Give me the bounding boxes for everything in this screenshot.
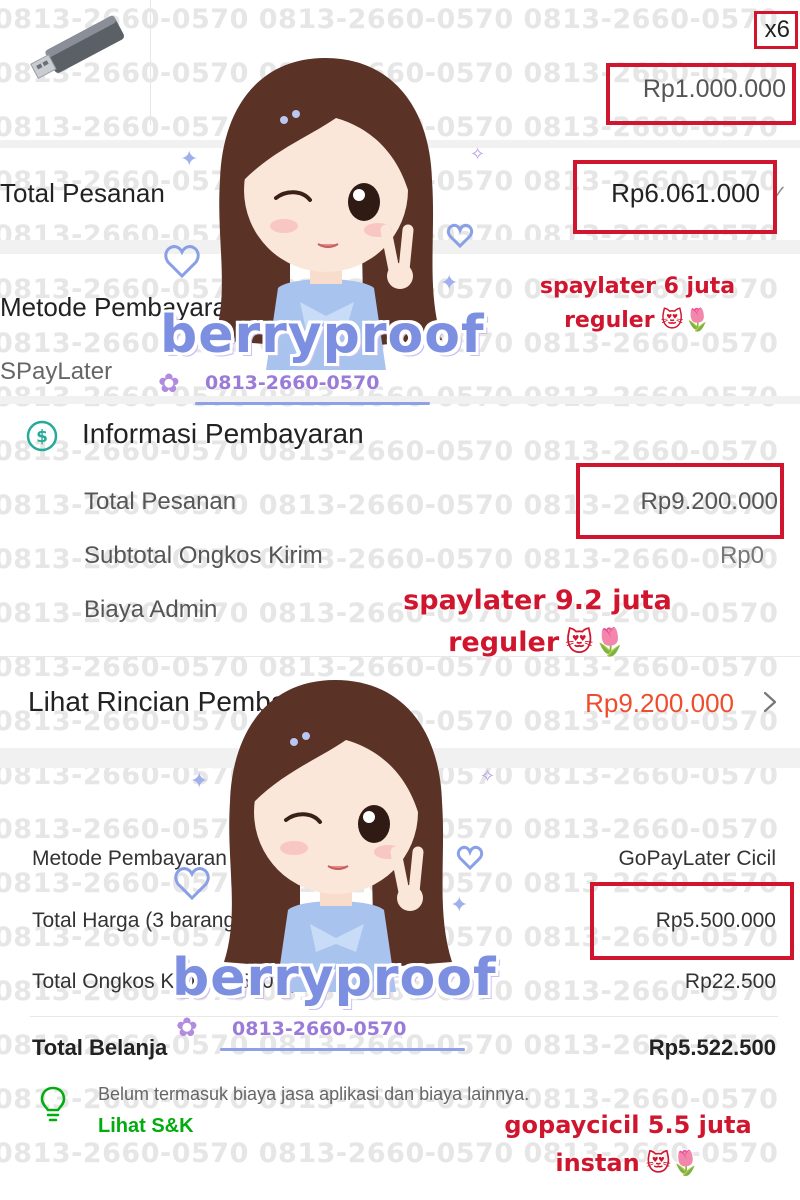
annotation-gopaycicil: gopaycicil 5.5 juta instan 😻🌷 (468, 1106, 788, 1182)
brand-logo: berryproof (172, 948, 497, 1008)
annotation-line-group: reguler 😻🌷 (505, 304, 770, 338)
annotation-spaylater-9-2: spaylater 9.2 juta reguler 😻🌷 (360, 580, 715, 664)
payment-info-row-label: Biaya Admin (84, 596, 218, 623)
annotation-line: reguler (448, 627, 560, 658)
annotation-line: instan (555, 1149, 640, 1177)
item-price-highlight-box (606, 63, 796, 125)
gopay-total-highlight-box (590, 882, 794, 960)
terms-link[interactable]: Lihat S&K (98, 1115, 194, 1138)
annotation-line: spaylater 9.2 juta (403, 585, 672, 616)
gopay-row-value: GoPayLater Cicil (618, 847, 776, 870)
chevron-right-icon[interactable] (760, 690, 780, 714)
payment-info-row-label: Total Pesanan (84, 488, 237, 515)
details-link-value: Rp9.200.000 (585, 688, 734, 718)
annotation-line: gopaycicil 5.5 juta (504, 1111, 752, 1139)
svg-text:✧: ✧ (470, 144, 485, 164)
brand-underline (220, 1048, 465, 1051)
annotation-line-group: reguler 😻🌷 (360, 622, 715, 664)
order-total-highlight-box (573, 160, 777, 234)
cat-tulip-emoji: 😻🌷 (565, 627, 627, 658)
payment-info-row-label: Subtotal Ongkos Kirim (84, 542, 323, 569)
payment-info-title: Informasi Pembayaran (82, 418, 364, 449)
svg-text:✧: ✧ (480, 766, 495, 786)
flower-icon: ✿ (158, 368, 180, 398)
svg-text:✦: ✦ (180, 146, 198, 171)
cat-tulip-emoji: 😻🌷 (660, 308, 711, 333)
cat-tulip-emoji: 😻🌷 (645, 1149, 701, 1177)
gopay-total-value: Rp5.522.500 (648, 1035, 776, 1060)
lightbulb-icon (38, 1084, 68, 1124)
annotation-line-group: instan 😻🌷 (468, 1144, 788, 1182)
order-screens: x6 Rp1.000.000 Total Pesanan Rp6.061.000… (0, 0, 800, 1200)
order-total-label: Total Pesanan (0, 178, 165, 208)
quantity-highlight-box (754, 11, 798, 49)
brand-underline (195, 402, 430, 405)
annotation-spaylater-6: spaylater 6 juta reguler 😻🌷 (505, 270, 770, 338)
svg-text:$: $ (36, 427, 48, 447)
chibi-girl-sticker: ✦ ✦ ✧ (160, 662, 510, 992)
payment-total-highlight-box (576, 463, 784, 539)
svg-text:✦: ✦ (190, 768, 208, 793)
gopay-total-label: Total Belanja (32, 1035, 168, 1060)
brand-logo: berryproof (160, 305, 485, 365)
gopay-note: Belum termasuk biaya jasa aplikasi dan b… (98, 1084, 530, 1104)
row-divider (30, 1016, 778, 1017)
payment-info-row-value: Rp0 (719, 542, 764, 569)
annotation-line: reguler (564, 308, 655, 333)
usb-product-image (22, 0, 152, 80)
dollar-circle-icon: $ (26, 420, 58, 452)
svg-text:✦: ✦ (440, 270, 458, 295)
payment-method-value: SPayLater (0, 358, 113, 385)
flower-icon: ✿ (176, 1012, 198, 1042)
annotation-line: spaylater 6 juta (539, 274, 736, 299)
svg-text:✦: ✦ (450, 892, 468, 917)
gopay-row-value: Rp22.500 (684, 970, 776, 993)
brand-phone: 0813-2660-0570 (232, 1018, 407, 1040)
brand-phone: 0813-2660-0570 (205, 372, 380, 394)
